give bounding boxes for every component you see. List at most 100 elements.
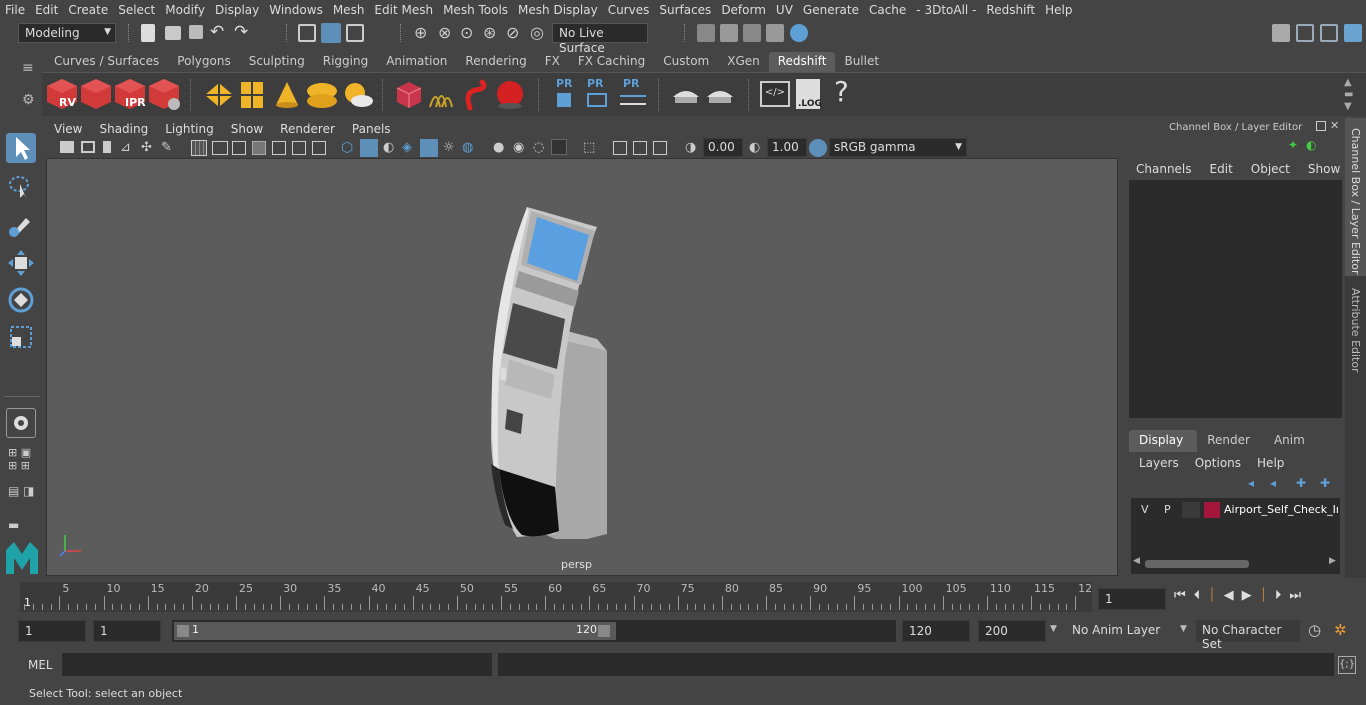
channel-menu-object[interactable]: Object <box>1251 162 1290 176</box>
script-editor-icon[interactable]: </> <box>760 81 790 107</box>
range-slider-handle[interactable] <box>174 622 616 640</box>
safe-action-icon[interactable] <box>292 141 306 155</box>
snap-live-icon[interactable]: ⊘ <box>506 23 519 42</box>
redshift-area-light-icon[interactable] <box>238 79 266 111</box>
menu-3dtoall[interactable]: - 3DtoAll - <box>911 3 981 17</box>
rotate-tool-icon[interactable] <box>6 285 36 315</box>
menu-select[interactable]: Select <box>113 3 160 17</box>
panel-menu-show[interactable]: Show <box>222 122 271 136</box>
float-panel-icon[interactable] <box>1316 121 1326 131</box>
shelf-settings-icon[interactable]: ⚙ <box>22 92 35 108</box>
menu-file[interactable]: File <box>0 3 30 17</box>
use-all-lights-icon[interactable] <box>420 139 438 157</box>
paint-select-tool-icon[interactable] <box>6 210 36 240</box>
outliner-icon[interactable]: ▬ <box>8 518 19 532</box>
layer-menu-layers[interactable]: Layers <box>1139 456 1179 470</box>
chevron-down-icon[interactable]: ▼ <box>1180 624 1187 634</box>
range-start-grip[interactable] <box>177 625 189 637</box>
menu-display[interactable]: Display <box>210 3 264 17</box>
layer-menu-help[interactable]: Help <box>1257 456 1284 470</box>
redshift-spot-light-icon[interactable] <box>272 79 302 111</box>
grid-toggle-icon[interactable] <box>191 140 207 156</box>
bookmark-icon[interactable] <box>103 141 111 153</box>
layer-menu-options[interactable]: Options <box>1195 456 1241 470</box>
channel-menu-edit[interactable]: Edit <box>1210 162 1233 176</box>
go-to-end-icon[interactable]: ⏭ <box>1289 588 1301 603</box>
isolate-select-icon[interactable] <box>551 139 567 155</box>
shelf-tab-rigging[interactable]: Rigging <box>314 52 377 72</box>
step-forward-frame-icon[interactable]: ⏐ <box>1260 588 1267 603</box>
shelf-tab-sculpting[interactable]: Sculpting <box>240 52 314 72</box>
channel-menu-show[interactable]: Show <box>1308 162 1340 176</box>
close-icon[interactable]: ✕ <box>1330 119 1339 132</box>
anim-layer-dropdown[interactable]: No Anim Layer <box>1066 620 1178 642</box>
side-tab-channel-box[interactable]: Channel Box / Layer Editor <box>1345 118 1366 276</box>
layer-row[interactable]: V P Airport_Self_Check_In <box>1134 500 1338 520</box>
layer-scrollbar[interactable]: ◀ ▶ <box>1133 556 1338 570</box>
panel-menu-lighting[interactable]: Lighting <box>156 122 222 136</box>
menu-surfaces[interactable]: Surfaces <box>654 3 716 17</box>
time-slider[interactable]: 5 10 15 20 25 30 35 40 45 50 55 60 65 70 75 80 85 90 95 100… <box>20 582 1092 612</box>
anim-prefs-icon[interactable]: ◷ <box>1308 621 1321 639</box>
xray-joints-icon[interactable] <box>613 141 627 155</box>
redshift-settings-icon[interactable] <box>147 77 181 111</box>
lasso-tool-icon[interactable] <box>6 172 36 202</box>
menu-mesh-display[interactable]: Mesh Display <box>513 3 603 17</box>
new-layer-icon[interactable]: ✚ <box>1296 476 1306 490</box>
step-back-frame-icon[interactable]: ⏐ <box>1208 588 1215 603</box>
range-end-grip[interactable] <box>598 625 610 637</box>
help-icon[interactable]: ? <box>834 75 849 108</box>
shelf-tab-polygons[interactable]: Polygons <box>168 52 239 72</box>
layout-icon[interactable] <box>1296 24 1314 42</box>
menu-uv[interactable]: UV <box>771 3 798 17</box>
panel-menu-shading[interactable]: Shading <box>90 122 156 136</box>
colorspace-dropdown[interactable]: sRGB gamma ▼ <box>829 138 967 157</box>
wireframe-icon[interactable]: ⬡ <box>341 140 353 156</box>
gamma-icon[interactable]: ◐ <box>749 140 760 155</box>
channel-box-toggle-icon[interactable] <box>1344 24 1362 42</box>
redshift-bake-set-icon[interactable] <box>704 81 736 109</box>
panel-menu-view[interactable]: View <box>45 122 90 136</box>
make-live-icon[interactable]: ◎ <box>530 23 544 42</box>
motion-blur-icon[interactable]: ● <box>493 140 504 155</box>
menu-mesh[interactable]: Mesh <box>328 3 370 17</box>
wireframe-on-shaded-icon[interactable]: ◐ <box>383 140 394 155</box>
side-tab-attribute-editor[interactable]: Attribute Editor <box>1345 282 1366 374</box>
current-frame-field[interactable]: 1 <box>1098 588 1166 610</box>
layer-tab-display[interactable]: Display <box>1129 430 1198 452</box>
script-editor-icon[interactable]: {;} <box>1338 656 1356 674</box>
render-current-icon[interactable] <box>720 24 738 42</box>
menu-curves[interactable]: Curves <box>603 3 655 17</box>
snap-grid-icon[interactable]: ⊕ <box>414 23 427 42</box>
range-slider[interactable]: 1 120 <box>172 620 896 642</box>
layer-visibility-toggle[interactable]: V <box>1141 503 1149 516</box>
field-chart-icon[interactable] <box>272 141 286 155</box>
safe-title-icon[interactable] <box>312 141 326 155</box>
perspective-viewport[interactable]: persp <box>46 158 1118 576</box>
layout-split-icon[interactable]: ▤ ◨ <box>8 484 35 498</box>
go-to-start-icon[interactable]: ⏮ <box>1174 588 1186 603</box>
scroll-right-icon[interactable]: ▶ <box>1329 556 1336 566</box>
redshift-dome-light-icon[interactable] <box>304 79 340 111</box>
gamma-field[interactable]: 1.00 <box>767 138 807 157</box>
play-forward-icon[interactable]: ▶ <box>1242 588 1252 603</box>
textured-icon[interactable]: ◈ <box>402 140 412 155</box>
shadows-icon[interactable]: ☼ <box>443 140 455 155</box>
multisample-aa-icon[interactable]: ◉ <box>513 140 524 155</box>
menu-create[interactable]: Create <box>63 3 113 17</box>
2d-pan-zoom-icon[interactable]: ✣ <box>141 140 152 155</box>
redshift-bake-icon[interactable] <box>670 81 702 109</box>
scene-start-field[interactable]: 1 <box>18 620 86 642</box>
shelf-tab-bullet[interactable]: Bullet <box>835 52 888 72</box>
channel-axis-icon[interactable]: ✦ <box>1288 138 1298 152</box>
pr-object-icon[interactable] <box>557 93 571 107</box>
film-gate-icon[interactable] <box>212 141 228 155</box>
save-scene-icon[interactable] <box>189 25 203 39</box>
redo-icon[interactable]: ↷ <box>234 22 248 42</box>
menu-deform[interactable]: Deform <box>716 3 771 17</box>
layout-single-icon[interactable]: ⊞ ▣ ⊞ ⊞ <box>8 446 31 472</box>
panel-menu-renderer[interactable]: Renderer <box>271 122 343 136</box>
shelf-tab-custom[interactable]: Custom <box>654 52 718 72</box>
open-scene-icon[interactable] <box>165 26 181 40</box>
chevron-down-icon[interactable]: ▼ <box>1050 624 1057 634</box>
